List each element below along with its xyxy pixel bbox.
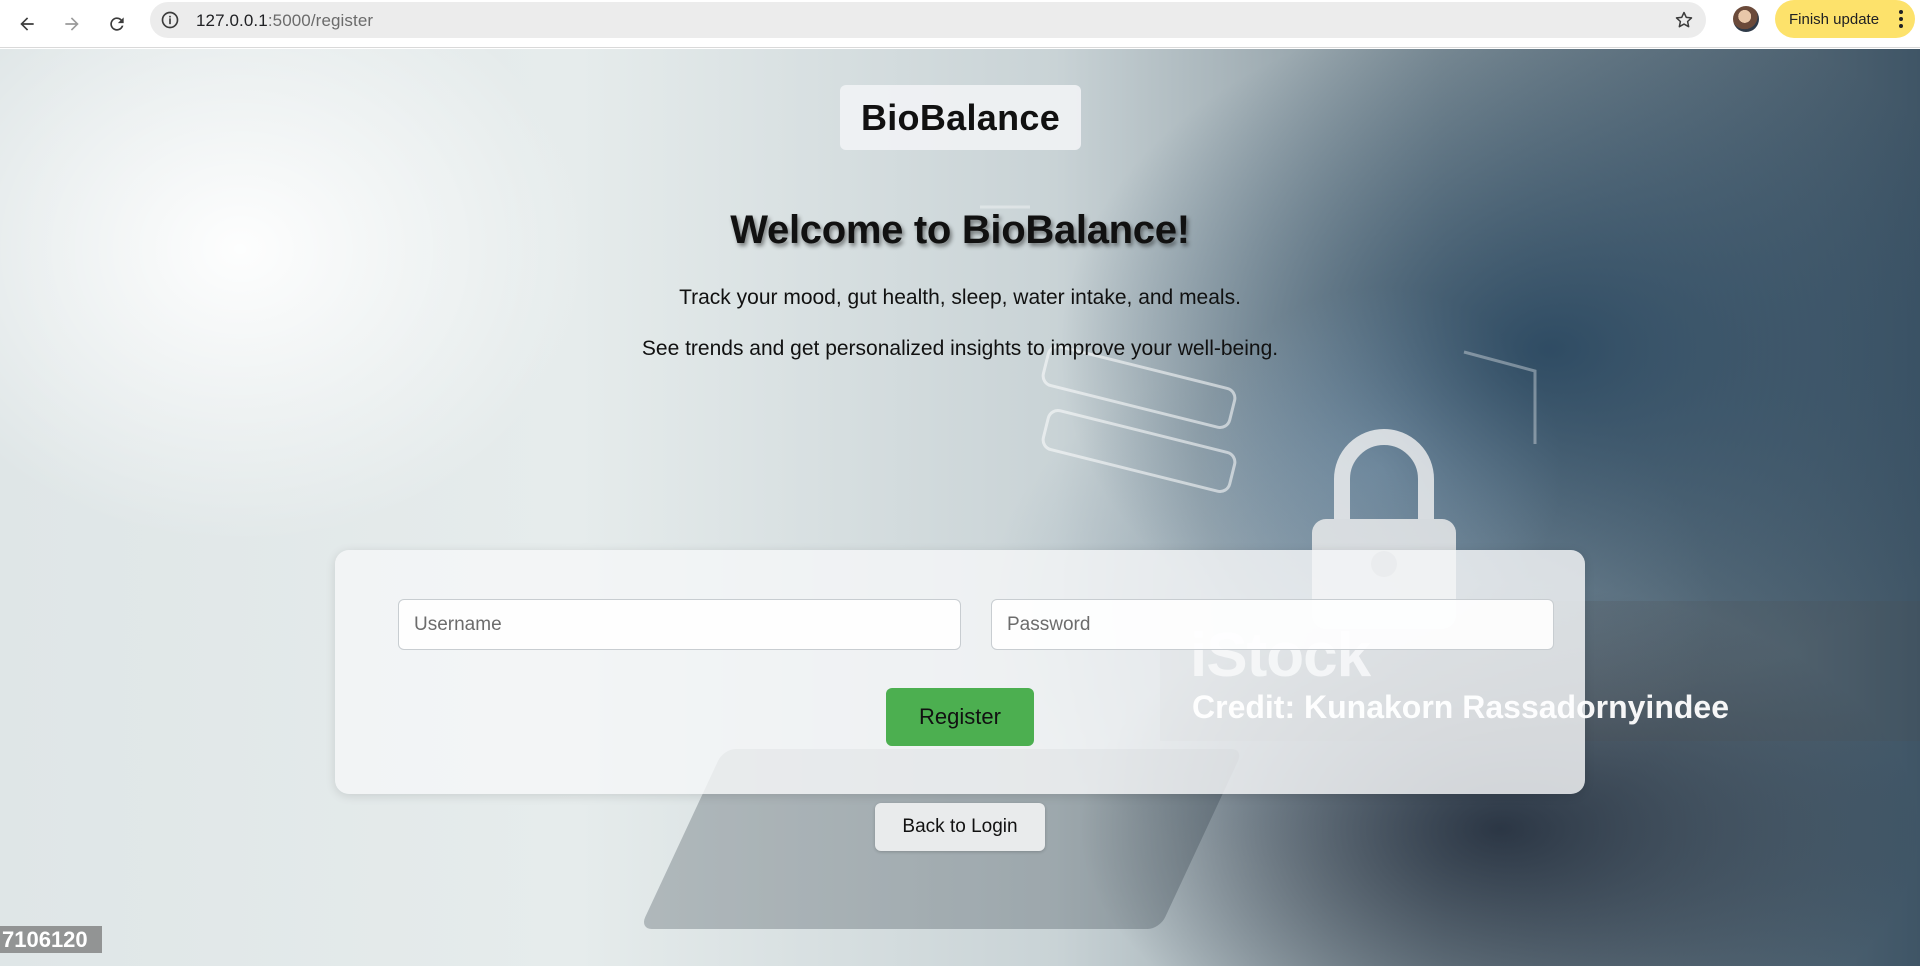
username-input[interactable]: Username bbox=[398, 599, 961, 650]
url-text[interactable]: 127.0.0.1:5000/register bbox=[196, 11, 373, 31]
star-icon[interactable] bbox=[1674, 10, 1694, 30]
address-bar[interactable]: 127.0.0.1:5000/register bbox=[150, 2, 1706, 38]
register-button-label: Register bbox=[919, 704, 1001, 729]
password-input[interactable]: Password bbox=[991, 599, 1554, 650]
forward-arrow-icon[interactable] bbox=[54, 6, 90, 42]
istock-credit-text: Credit: Kunakorn Rassadornyindee bbox=[1192, 689, 1729, 725]
tagline-line-2: See trends and get personalized insights… bbox=[641, 337, 1279, 360]
image-id-tag: 7106120 bbox=[0, 926, 102, 953]
finish-update-button[interactable]: Finish update bbox=[1775, 0, 1915, 38]
brand-header: BioBalance bbox=[840, 85, 1081, 150]
profile-avatar[interactable] bbox=[1733, 6, 1759, 32]
url-host: 127.0.0.1 bbox=[196, 11, 268, 30]
back-to-login-label: Back to Login bbox=[902, 816, 1018, 837]
brand-title: BioBalance bbox=[860, 96, 1061, 138]
url-path: :5000/register bbox=[267, 11, 374, 30]
back-arrow-icon[interactable] bbox=[9, 6, 45, 42]
reload-icon[interactable] bbox=[99, 6, 135, 42]
username-placeholder: Username bbox=[414, 613, 502, 635]
register-form: Username Password Register bbox=[335, 550, 1585, 794]
tagline-line-1: Track your mood, gut health, sleep, wate… bbox=[679, 286, 1241, 309]
browser-toolbar: 127.0.0.1:5000/register Finish update bbox=[0, 0, 1920, 48]
register-page: BioBalance Welcome to BioBalance! Track … bbox=[0, 49, 1920, 966]
kebab-menu-icon[interactable] bbox=[1899, 9, 1903, 29]
register-button[interactable]: Register bbox=[886, 688, 1034, 746]
password-placeholder: Password bbox=[1007, 613, 1091, 635]
finish-update-label: Finish update bbox=[1789, 10, 1880, 28]
welcome-heading: Welcome to BioBalance! bbox=[730, 208, 1190, 252]
back-to-login-button[interactable]: Back to Login bbox=[875, 803, 1045, 851]
info-icon[interactable] bbox=[160, 10, 180, 30]
